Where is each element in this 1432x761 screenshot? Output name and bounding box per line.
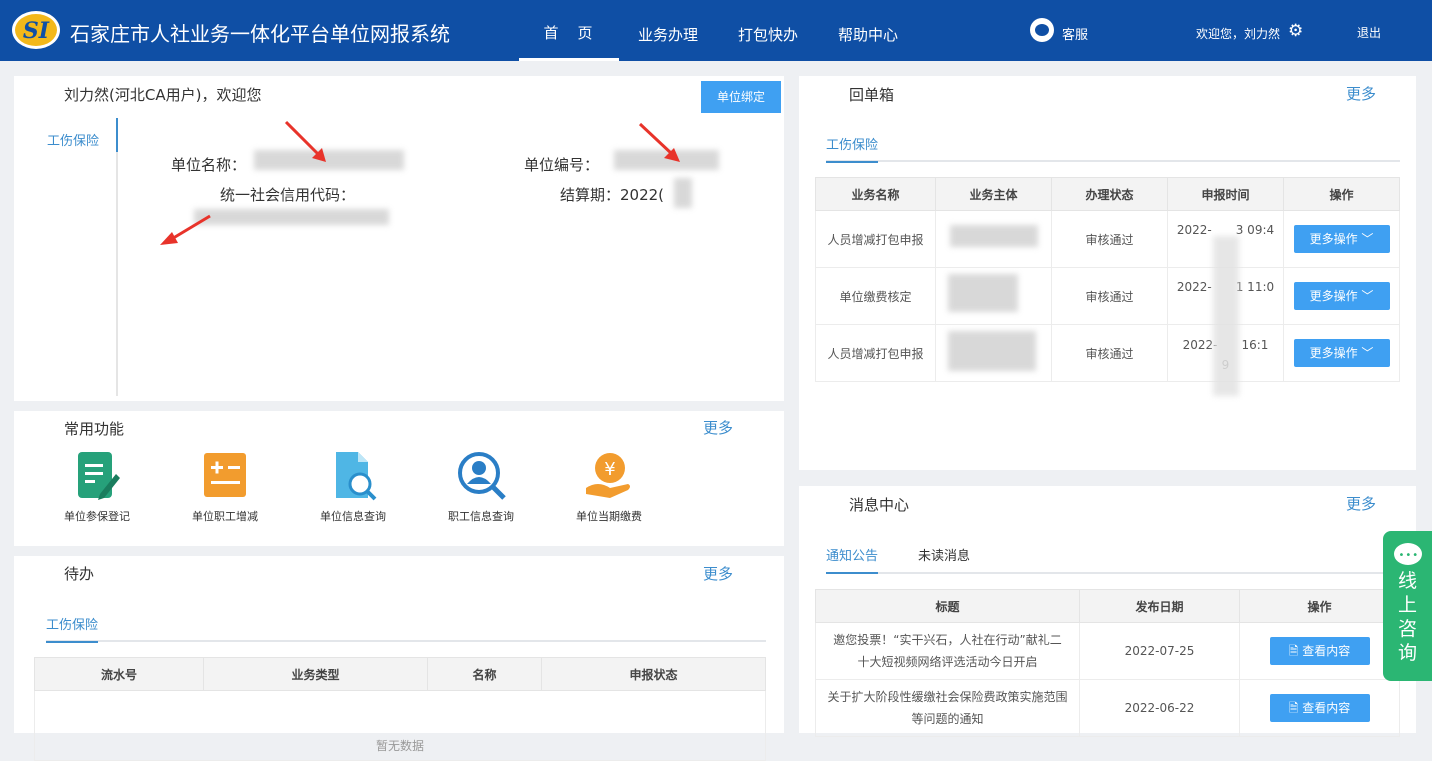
headset-icon[interactable] — [1030, 18, 1054, 42]
col-name: 名称 — [426, 657, 543, 691]
nav-quick[interactable]: 打包快办 — [738, 24, 798, 45]
unit-query-icon — [328, 450, 378, 502]
logo: SI — [12, 11, 60, 49]
profile-panel: 刘力然(河北CA用户)，欢迎您 单位绑定 工伤保险 单位名称： 单位编号： 统一… — [14, 76, 784, 401]
gear-icon[interactable]: ⚙ — [1288, 21, 1303, 41]
table-row: 人员增减打包申报 审核通过 2022- 3 09:4 更多操作 ﹀ — [815, 210, 1400, 268]
svg-text:¥: ¥ — [604, 459, 615, 480]
tab-injury[interactable]: 工伤保险 — [46, 614, 99, 643]
function-register[interactable]: 单位参保登记 — [42, 450, 152, 524]
redacted-credit-code — [194, 209, 389, 225]
credit-code-label: 统一社会信用代码： — [220, 186, 356, 204]
arrow-icon — [638, 122, 680, 162]
common-more-link[interactable]: 更多 — [703, 417, 733, 438]
nav-help[interactable]: 帮助中心 — [838, 24, 898, 45]
function-unit-query[interactable]: 单位信息查询 — [298, 450, 408, 524]
register-icon — [72, 450, 122, 502]
arrow-icon — [160, 214, 211, 245]
document-icon: 🗎 — [1288, 701, 1303, 715]
common-title: 常用功能 — [64, 420, 125, 438]
table-row: 人员增减打包申报 审核通过 2022- 16:19 更多操作 ﹀ — [815, 324, 1400, 382]
app-title: 石家庄市人社业务一体化平台单位网报系统 — [70, 22, 450, 46]
tab-indicator — [116, 118, 118, 152]
unit-name-label: 单位名称： — [171, 156, 247, 174]
staff-change-icon — [200, 450, 250, 502]
greeting: 刘力然(河北CA用户)，欢迎您 — [64, 86, 262, 104]
col-serial: 流水号 — [33, 657, 205, 691]
tab-injury[interactable]: 工伤保险 — [826, 134, 879, 163]
document-icon: 🗎 — [1288, 644, 1303, 658]
tab-unread[interactable]: 未读消息 — [918, 545, 970, 564]
todo-table: 流水号 业务类型 名称 申报状态 暂无数据 — [33, 657, 766, 761]
function-staff-query[interactable]: 职工信息查询 — [426, 450, 536, 524]
settle-period-label: 结算期：2022( — [560, 186, 665, 204]
arrow-icon — [284, 120, 326, 162]
table-row: 关于扩大阶段性缓缴社会保险费政策实施范围 等问题的通知 2022-06-22 🗎 … — [815, 679, 1400, 737]
welcome-text: 欢迎您，刘力然 — [1196, 27, 1281, 41]
tab-divider — [826, 572, 1400, 574]
redacted — [948, 331, 1036, 371]
todo-panel: 待办 更多 工伤保险 流水号 业务类型 名称 申报状态 暂无数据 — [14, 556, 784, 761]
receipt-title: 回单箱 — [849, 86, 895, 104]
view-content-button[interactable]: 🗎 查看内容 — [1269, 694, 1370, 722]
todo-title: 待办 — [64, 565, 95, 583]
more-actions-button[interactable]: 更多操作 ﹀ — [1293, 339, 1390, 367]
chat-icon: ••• — [1393, 543, 1422, 565]
function-staff-change[interactable]: 单位职工增减 — [170, 450, 280, 524]
tab-divider — [46, 640, 766, 642]
view-content-button[interactable]: 🗎 查看内容 — [1269, 637, 1370, 665]
col-status: 申报状态 — [541, 657, 766, 691]
tab-notice[interactable]: 通知公告 — [826, 545, 879, 574]
function-payment[interactable]: ¥ 单位当期缴费 — [554, 450, 664, 524]
nav-business[interactable]: 业务办理 — [638, 24, 698, 45]
message-panel: 消息中心 更多 通知公告 未读消息 标题 发布日期 操作 邀您投票！“实干兴石，… — [799, 486, 1416, 737]
table-row: 邀您投票！“实干兴石，人社在行动”献礼二 十大短视频网络评选活动今日开启 2022… — [815, 622, 1400, 680]
message-table: 标题 发布日期 操作 邀您投票！“实干兴石，人社在行动”献礼二 十大短视频网络评选… — [815, 589, 1400, 737]
message-more-link[interactable]: 更多 — [1346, 493, 1376, 514]
payment-icon: ¥ — [584, 450, 634, 502]
logout-link[interactable]: 退出 — [1357, 24, 1381, 41]
receipt-table: 业务名称 业务主体 办理状态 申报时间 操作 人员增减打包申报 审核通过 202… — [815, 177, 1400, 382]
more-actions-button[interactable]: 更多操作 ﹀ — [1293, 225, 1390, 253]
todo-more-link[interactable]: 更多 — [703, 563, 733, 584]
nav-home[interactable]: 首 页 — [519, 0, 619, 61]
divider — [116, 118, 118, 396]
redacted — [950, 225, 1038, 247]
service-link[interactable]: 客服 — [1062, 24, 1088, 43]
bind-unit-button[interactable]: 单位绑定 — [701, 81, 781, 113]
side-tab-injury[interactable]: 工伤保险 — [47, 130, 99, 149]
receipt-more-link[interactable]: 更多 — [1346, 83, 1376, 104]
redacted — [948, 274, 1018, 312]
redacted-period — [674, 178, 692, 208]
message-title: 消息中心 — [849, 496, 910, 514]
redacted-time — [1213, 236, 1239, 396]
unit-no-label: 单位编号： — [524, 156, 600, 174]
empty-text: 暂无数据 — [34, 690, 766, 761]
table-row: 单位缴费核定 审核通过 2022- 1 11:0 更多操作 ﹀ — [815, 267, 1400, 325]
staff-query-icon — [456, 450, 506, 502]
col-type: 业务类型 — [203, 657, 428, 691]
receipt-panel: 回单箱 更多 工伤保险 业务名称 业务主体 办理状态 申报时间 操作 人员增减打… — [799, 76, 1416, 470]
tab-divider — [826, 160, 1400, 162]
top-header: SI 石家庄市人社业务一体化平台单位网报系统 首 页 业务办理 打包快办 帮助中… — [0, 0, 1432, 61]
online-consult-button[interactable]: ••• 线 上 咨 询 — [1383, 531, 1432, 681]
more-actions-button[interactable]: 更多操作 ﹀ — [1293, 282, 1390, 310]
